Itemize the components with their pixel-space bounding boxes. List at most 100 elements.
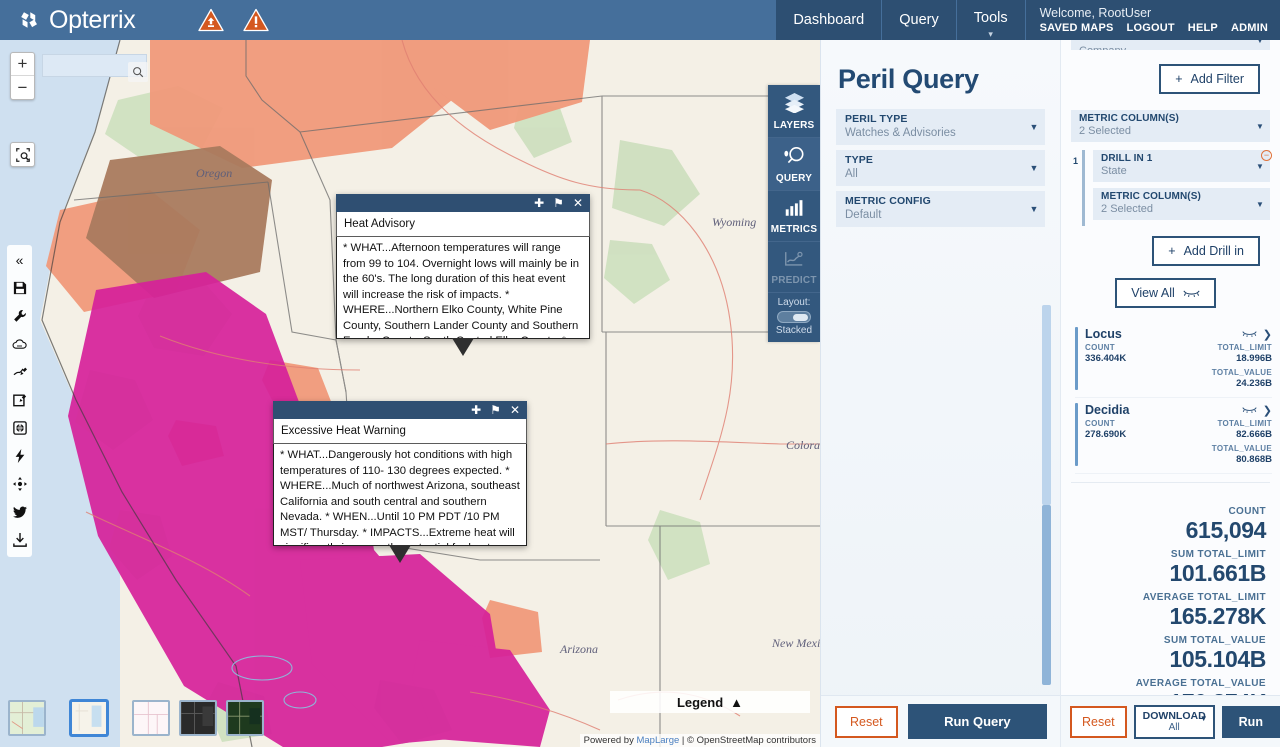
list-item[interactable]: Decidia ❯ COUNT 278.690K TOTAL_LIMIT 82.… — [1075, 398, 1272, 474]
popup-move-icon[interactable]: ✚ — [534, 197, 544, 209]
group-name: Locus — [1085, 327, 1122, 341]
nav-query[interactable]: Query — [882, 0, 957, 40]
link-admin[interactable]: ADMIN — [1231, 21, 1268, 35]
query-reset-button[interactable]: Reset — [835, 705, 898, 738]
download-icon[interactable] — [7, 529, 32, 551]
edit-note-icon[interactable] — [7, 389, 32, 411]
chevron-up-icon[interactable]: ▲ — [730, 695, 743, 710]
map-canvas[interactable] — [0, 40, 820, 747]
list-item[interactable]: Locus ❯ COUNT 336.404K TOTAL_LIMIT 18.99… — [1075, 322, 1272, 398]
popup-close-icon[interactable]: ✕ — [510, 404, 520, 416]
metric-columns-select[interactable]: METRIC COLUMN(S) 2 Selected ▼ — [1071, 110, 1270, 142]
metric-config-select[interactable]: METRIC CONFIG Default ▼ — [836, 191, 1045, 227]
search-icon[interactable] — [128, 62, 148, 82]
chevron-down-icon[interactable]: ▼ — [1250, 110, 1270, 142]
link-logout[interactable]: LOGOUT — [1127, 21, 1175, 35]
crosshair-move-icon[interactable] — [7, 473, 32, 495]
warning-upload-triangle-icon[interactable] — [197, 8, 224, 32]
user-menu: Welcome, RootUser SAVED MAPS LOGOUT HELP… — [1025, 0, 1280, 40]
drill-metric-columns-value: 2 Selected — [1101, 203, 1153, 215]
nav-tools[interactable]: Tools ▾ — [956, 0, 1026, 40]
basemap-street[interactable] — [8, 700, 46, 736]
add-filter-button[interactable]: + Add Filter — [1159, 64, 1260, 94]
map-toolbar: « — [7, 245, 32, 557]
layout-toggle[interactable] — [777, 311, 811, 323]
map-tab-layers[interactable]: LAYERS — [768, 85, 820, 138]
view-all-button[interactable]: View All — [1115, 278, 1216, 308]
welcome-text: Welcome, RootUser — [1039, 5, 1152, 20]
zoom-in-button[interactable]: + — [11, 53, 34, 76]
warning-exclamation-triangle-icon[interactable] — [242, 8, 269, 32]
brand[interactable]: Opterrix — [0, 6, 136, 35]
basemap-dark[interactable] — [179, 700, 217, 736]
download-label: DOWNLOAD — [1142, 709, 1206, 722]
layout-toggle-group[interactable]: Layout: Stacked — [768, 293, 820, 342]
lightning-bolt-icon[interactable] — [7, 445, 32, 467]
link-help[interactable]: HELP — [1188, 21, 1218, 35]
results-scrollbar-upper[interactable] — [1042, 305, 1051, 505]
popup-pin-icon[interactable]: ⚑ — [490, 404, 501, 416]
total-value: 165.278K — [1169, 603, 1266, 629]
wrench-icon[interactable] — [7, 305, 32, 327]
run-query-button[interactable]: Run Query — [907, 704, 1047, 739]
results-panel-footer: Reset DOWNLOAD All ▼ Run — [1061, 695, 1280, 747]
basemap-light[interactable] — [70, 700, 108, 736]
draw-pen-icon[interactable] — [7, 361, 32, 383]
collapse-double-left-icon[interactable]: « — [7, 249, 32, 271]
basemap-satellite[interactable] — [226, 700, 264, 736]
download-select[interactable]: DOWNLOAD All ▼ — [1133, 704, 1215, 739]
chevron-right-icon[interactable]: ❯ — [1263, 328, 1272, 341]
eye-slash-icon[interactable] — [1242, 404, 1257, 416]
popup-pin-icon[interactable]: ⚑ — [553, 197, 564, 209]
total-key: SUM TOTAL_LIMIT — [1170, 549, 1266, 560]
eye-slash-icon[interactable] — [1242, 328, 1257, 340]
peril-type-select[interactable]: PERIL TYPE Watches & Advisories ▼ — [836, 109, 1045, 145]
zoom-out-button[interactable]: − — [11, 76, 34, 99]
alert-icon-group — [197, 8, 269, 32]
map-popup-excessive-heat-warning[interactable]: ✚ ⚑ ✕ Excessive Heat Warning * WHAT...Da… — [273, 401, 527, 563]
basemap-blank[interactable] — [132, 700, 170, 736]
drill-metric-columns-select[interactable]: METRIC COLUMN(S) 2 Selected ▼ — [1093, 188, 1270, 220]
legend-bar[interactable]: Legend ▲ — [610, 691, 810, 713]
map-tab-metrics[interactable]: METRICS — [768, 191, 820, 242]
popup-close-icon[interactable]: ✕ — [573, 197, 583, 209]
attribution-suffix: | © OpenStreetMap contributors — [681, 735, 816, 746]
remove-drill-icon[interactable]: − — [1261, 150, 1272, 161]
drill-accent-bar — [1082, 150, 1086, 226]
plus-icon: + — [1175, 72, 1183, 86]
type-label: TYPE — [845, 154, 874, 166]
cloud-icon[interactable] — [7, 333, 32, 355]
chevron-down-icon[interactable]: ▼ — [1023, 150, 1045, 186]
drill-in-1-select[interactable]: DRILL IN 1 State ▼ — [1093, 150, 1270, 182]
map-view[interactable]: Oregon Wyoming Colorado New Mexico Arizo… — [0, 40, 820, 747]
total-value: 101.661B — [1169, 560, 1266, 586]
app-root: Opterrix Dashboard Query Tools ▾ Welcome… — [0, 0, 1280, 747]
type-select[interactable]: TYPE All ▼ — [836, 150, 1045, 186]
map-popup-heat-advisory[interactable]: ✚ ⚑ ✕ Heat Advisory * WHAT...Afternoon t… — [336, 194, 590, 356]
popup-pointer — [389, 545, 411, 563]
chevron-down-icon[interactable]: ▼ — [1023, 191, 1045, 227]
top-header-bar: Opterrix Dashboard Query Tools ▾ Welcome… — [0, 0, 1280, 40]
add-drill-in-button[interactable]: + Add Drill in — [1152, 236, 1260, 266]
chevron-down-icon[interactable]: ▼ — [1200, 713, 1208, 725]
run-button[interactable]: Run — [1221, 705, 1280, 738]
map-side-tabs: LAYERS QUERY METRICS PREDICT Layout: Sta… — [768, 85, 820, 342]
results-scrollbar-lower[interactable] — [1042, 505, 1051, 685]
results-reset-button[interactable]: Reset — [1070, 705, 1127, 738]
map-tab-predict-label: PREDICT — [771, 275, 817, 286]
chevron-down-icon[interactable]: ▼ — [1023, 109, 1045, 145]
globe-boxed-icon[interactable] — [7, 417, 32, 439]
identify-select-icon[interactable] — [10, 142, 35, 167]
link-saved-maps[interactable]: SAVED MAPS — [1040, 21, 1114, 35]
attribution-maplarge-link[interactable]: MapLarge — [636, 735, 679, 746]
twitter-bird-icon[interactable] — [7, 501, 32, 523]
popup-titlebar: ✚ ⚑ ✕ — [273, 401, 527, 419]
chevron-down-icon[interactable]: ▼ — [1250, 188, 1270, 220]
metric-value: 336.404K — [1085, 353, 1127, 364]
map-tab-query[interactable]: QUERY — [768, 138, 820, 191]
popup-move-icon[interactable]: ✚ — [471, 404, 481, 416]
save-icon[interactable] — [7, 277, 32, 299]
nav-dashboard[interactable]: Dashboard — [776, 0, 883, 40]
chevron-right-icon[interactable]: ❯ — [1263, 404, 1272, 417]
total-value: 615,094 — [1185, 517, 1267, 543]
